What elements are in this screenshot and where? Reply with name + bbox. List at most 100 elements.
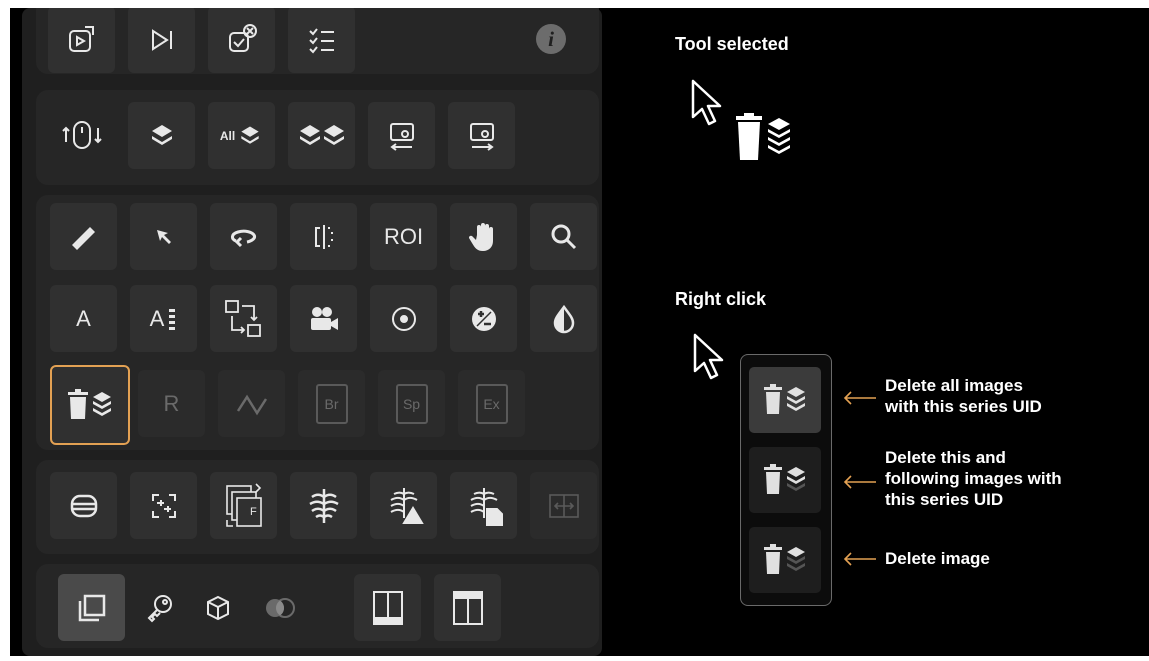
pan-button[interactable]	[450, 203, 517, 270]
all-layers-button[interactable]: All	[208, 102, 275, 169]
screen-left-icon	[389, 122, 414, 151]
ruler-button[interactable]	[50, 203, 117, 270]
all-layers-icon	[241, 125, 259, 144]
ribcage-document-icon	[469, 487, 503, 526]
sp-doc-icon: Sp	[395, 383, 428, 424]
tablet-cancel-icon	[228, 23, 257, 52]
delete-following-line-3: this series UID	[885, 490, 1004, 509]
angle-button[interactable]	[218, 370, 285, 437]
br-doc-icon: Br	[315, 383, 348, 424]
overlay-button[interactable]	[246, 574, 313, 641]
info-label: i	[548, 26, 554, 51]
text-list-button[interactable]: A	[130, 285, 197, 352]
invert-button[interactable]	[530, 285, 597, 352]
ex-doc-icon: Ex	[475, 383, 508, 424]
layout-header-button[interactable]	[434, 574, 501, 641]
context-menu	[740, 354, 832, 606]
split-arrows-icon	[548, 493, 579, 518]
play-step-button[interactable]	[128, 8, 195, 73]
all-label: All	[219, 128, 236, 143]
rotate-icon	[230, 229, 256, 247]
screen-right-button[interactable]	[448, 102, 515, 169]
layers-button[interactable]	[128, 102, 195, 169]
stack-square-icon	[78, 594, 105, 621]
zoom-button[interactable]	[530, 203, 597, 270]
delete-image-description: Delete image	[885, 549, 990, 568]
screen-left-button[interactable]	[368, 102, 435, 169]
flip-button[interactable]	[290, 203, 357, 270]
frame-f-button[interactable]: F	[210, 472, 277, 539]
r-label: R	[163, 390, 180, 416]
br-button[interactable]: Br	[298, 370, 365, 437]
target-icon	[391, 306, 416, 331]
tablet-cancel-button[interactable]	[208, 8, 275, 73]
ribcage-doc-button[interactable]	[450, 472, 517, 539]
magnifier-icon	[551, 224, 576, 249]
br-label: Br	[324, 395, 339, 412]
r-button[interactable]: R	[138, 370, 205, 437]
ribcage-triangle-button[interactable]	[370, 472, 437, 539]
roi-button[interactable]: ROI	[370, 203, 437, 270]
text-a-label: A	[76, 305, 91, 331]
delete-all-description: Delete all images with this series UID	[885, 375, 1042, 417]
menu-item-delete-image[interactable]	[749, 527, 821, 593]
wand-key-button[interactable]	[126, 574, 193, 641]
contrast-adjust-button[interactable]	[450, 285, 517, 352]
rounded-layout-icon	[70, 494, 97, 517]
tool-selected-heading: Tool selected	[675, 34, 789, 54]
overlay-circles-icon	[265, 597, 295, 618]
spine-button[interactable]	[290, 472, 357, 539]
rotate-button[interactable]	[210, 203, 277, 270]
plus-minus-contrast-icon	[471, 306, 496, 331]
menu-item-delete-following[interactable]	[749, 447, 821, 513]
ex-button[interactable]: Ex	[458, 370, 525, 437]
delete-tool-button[interactable]	[50, 365, 130, 445]
text-a2-label: A	[149, 305, 165, 331]
screenshot-frame: i All ROI A A R Br Sp Ex F Tool selected…	[10, 8, 1149, 656]
tablet-play-icon	[68, 25, 94, 52]
toolbar-group-4: F	[36, 460, 599, 554]
trash-layer-single-icon	[764, 544, 805, 574]
layout-split-button[interactable]	[354, 574, 421, 641]
swap-windows-icon	[224, 299, 261, 337]
cube-button[interactable]	[184, 574, 251, 641]
arrow-delete-image-icon	[843, 552, 876, 566]
layout-button[interactable]	[50, 472, 117, 539]
delete-all-line-1: Delete all images	[885, 376, 1023, 395]
trash-layers-partial-icon	[764, 464, 805, 494]
arrow-annotate-button[interactable]	[130, 203, 197, 270]
ruler-icon	[71, 226, 95, 250]
single-stack-button[interactable]	[58, 574, 125, 641]
cursor-icon	[691, 79, 722, 126]
mouse-scroll-icon	[61, 120, 102, 149]
checklist-button[interactable]	[288, 8, 355, 73]
double-layers-button[interactable]	[288, 102, 355, 169]
trash-layers-icon	[764, 384, 805, 414]
delete-following-line-2: following images with	[885, 469, 1062, 488]
sp-label: Sp	[402, 395, 421, 412]
delete-all-line-2: with this series UID	[885, 397, 1042, 416]
layout-split-icon	[372, 590, 403, 625]
arrow-delete-all-icon	[843, 391, 876, 405]
target-button[interactable]	[370, 285, 437, 352]
delete-following-description: Delete this and following images with th…	[885, 447, 1062, 510]
tool-panel: i All ROI A A R Br Sp Ex F	[22, 8, 602, 656]
cine-button[interactable]	[290, 285, 357, 352]
stacked-frames-icon	[225, 482, 262, 527]
ex-label: Ex	[483, 395, 500, 412]
sp-button[interactable]: Sp	[378, 370, 445, 437]
info-icon[interactable]: i	[536, 24, 566, 54]
tablet-play-button[interactable]	[48, 8, 115, 73]
fit-screen-icon	[151, 493, 176, 518]
layers-icon	[151, 124, 172, 145]
invert-drop-icon	[553, 304, 574, 333]
angle-line-icon	[236, 394, 267, 415]
swap-button[interactable]	[210, 285, 277, 352]
mouse-scroll-button[interactable]	[48, 102, 115, 169]
fit-screen-button[interactable]	[130, 472, 197, 539]
split-horizontal-button[interactable]	[530, 472, 597, 539]
toolbar-group-tools: ROI A A R Br Sp Ex	[36, 195, 599, 450]
menu-item-delete-all[interactable]	[749, 367, 821, 433]
movie-camera-icon	[310, 306, 338, 330]
text-annotation-button[interactable]: A	[50, 285, 117, 352]
